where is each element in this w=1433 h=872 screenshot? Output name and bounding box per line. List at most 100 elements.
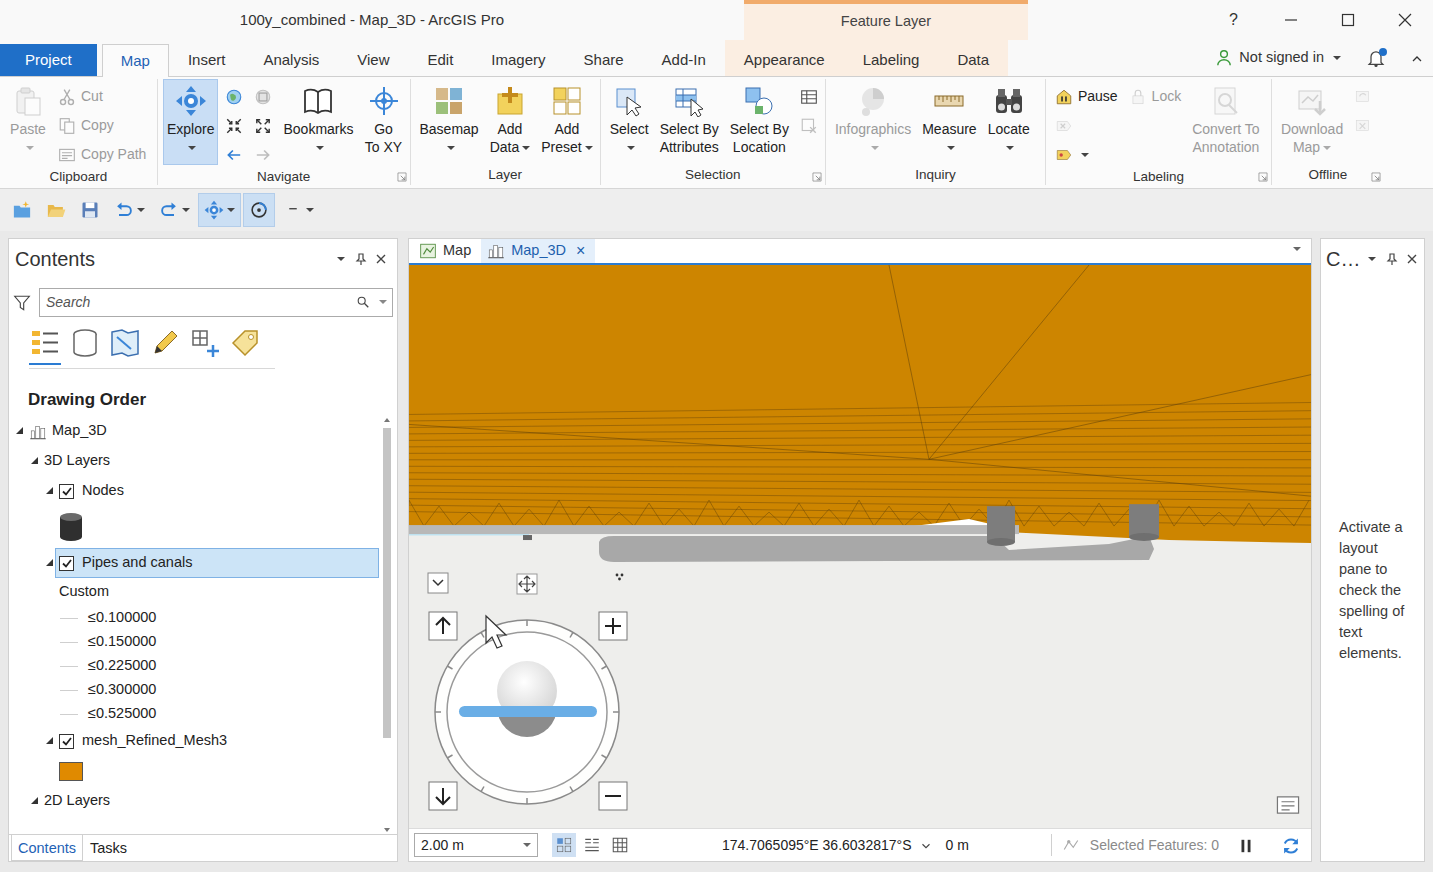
visibility-checkbox[interactable]	[59, 484, 74, 499]
help-button[interactable]: ?	[1205, 0, 1262, 40]
ribbon-tab[interactable]: Labeling	[844, 44, 939, 76]
ribbon-tab[interactable]: Analysis	[244, 44, 338, 76]
close-button[interactable]	[1402, 249, 1422, 269]
pane-menu-button[interactable]	[1362, 249, 1382, 269]
account-menu[interactable]: Not signed in	[1215, 40, 1433, 76]
ribbon-tab[interactable]: Add-In	[643, 44, 725, 76]
ribbon-button[interactable]: Explore	[163, 79, 218, 165]
ribbon-icon-button[interactable]	[1350, 82, 1376, 111]
pause-drawing-button[interactable]	[1237, 835, 1255, 856]
scrollbar[interactable]	[381, 416, 393, 834]
ribbon-icon-button[interactable]	[221, 82, 247, 111]
ribbon-button[interactable]: Pause	[1051, 82, 1122, 111]
tree-item[interactable]: Pipes and canals	[9, 548, 381, 578]
minimize-button[interactable]	[1262, 0, 1319, 40]
ribbon-tab[interactable]: View	[338, 44, 408, 76]
ribbon-button[interactable]: AddPreset	[537, 79, 596, 165]
navigator[interactable]	[427, 565, 639, 815]
ribbon-icon-button[interactable]	[796, 111, 822, 140]
quick-access-button[interactable]	[243, 193, 275, 227]
close-window-button[interactable]	[1376, 0, 1433, 40]
ribbon-icon-button[interactable]	[250, 82, 276, 111]
contents-view-button[interactable]	[29, 327, 61, 365]
expander-icon[interactable]	[15, 426, 25, 436]
quick-access-button[interactable]	[40, 193, 72, 227]
ribbon-tab[interactable]: Share	[565, 44, 643, 76]
tree-item[interactable]: ≤0.300000	[9, 678, 381, 702]
coordinate-format-button[interactable]	[919, 835, 933, 856]
ribbon-button[interactable]: DownloadMap	[1277, 79, 1347, 165]
ribbon-button[interactable]: Paste	[5, 79, 51, 165]
ribbon-icon-button[interactable]	[250, 140, 276, 169]
tree-item[interactable]: ≤0.225000	[9, 654, 381, 678]
pin-button[interactable]	[351, 249, 371, 269]
ribbon-button[interactable]: AddData	[486, 79, 535, 165]
notifications-button[interactable]	[1365, 47, 1387, 69]
tree-item[interactable]: Map_3D	[9, 416, 381, 446]
expander-icon[interactable]	[45, 558, 55, 568]
ribbon-button[interactable]: Bookmarks	[279, 79, 357, 165]
contents-view-button[interactable]	[189, 327, 221, 365]
close-button[interactable]	[371, 249, 391, 269]
tree-item[interactable]: 3D Layers	[9, 446, 381, 476]
pin-button[interactable]	[1382, 249, 1402, 269]
tree-item[interactable]: Custom	[9, 578, 381, 606]
filter-button[interactable]	[13, 292, 31, 313]
tree-item[interactable]: Nodes	[9, 476, 381, 506]
pane-tab[interactable]: Contents	[11, 835, 83, 861]
map-canvas[interactable]	[409, 265, 1311, 828]
pane-menu-button[interactable]	[331, 249, 351, 269]
ribbon-icon-button[interactable]	[221, 111, 247, 140]
scale-field[interactable]: 2.00 m	[414, 833, 538, 857]
refresh-button[interactable]	[1281, 834, 1301, 855]
ribbon-icon-button[interactable]	[1350, 111, 1376, 140]
scroll-thumb[interactable]	[383, 428, 391, 738]
tree-item[interactable]: ≤0.150000	[9, 630, 381, 654]
tree-item[interactable]: mesh_Refined_Mesh3	[9, 726, 381, 756]
tab-list-button[interactable]	[1291, 238, 1311, 263]
ribbon-icon-button[interactable]	[1051, 140, 1122, 169]
ribbon-button[interactable]: Lock	[1125, 82, 1186, 111]
ribbon-button[interactable]: Select ByAttributes	[656, 79, 723, 165]
legend-toggle-button[interactable]	[1275, 792, 1301, 818]
tree-item[interactable]	[9, 756, 381, 786]
visibility-checkbox[interactable]	[59, 556, 74, 571]
ribbon-tab[interactable]: Edit	[409, 44, 473, 76]
ribbon-button[interactable]: Select	[606, 79, 653, 165]
ribbon-icon-button[interactable]	[250, 111, 276, 140]
ribbon-tab[interactable]: Appearance	[725, 44, 844, 76]
guides-button[interactable]	[580, 833, 604, 857]
ribbon-tab[interactable]: Imagery	[472, 44, 564, 76]
ribbon-button[interactable]: Convert ToAnnotation	[1188, 79, 1263, 165]
ribbon-button[interactable]: Cut	[54, 82, 150, 111]
expander-icon[interactable]	[30, 456, 40, 466]
dialog-launcher[interactable]	[397, 172, 407, 182]
grid-toggle-button[interactable]	[552, 833, 576, 857]
ribbon-tab[interactable]: Data	[938, 44, 1008, 76]
dialog-launcher[interactable]	[1371, 172, 1381, 182]
expander-icon[interactable]	[45, 486, 55, 496]
ribbon-tab[interactable]: Project	[0, 44, 97, 76]
dialog-launcher[interactable]	[812, 172, 822, 182]
contents-view-button[interactable]	[229, 327, 261, 365]
ribbon-button[interactable]: Basemap	[416, 79, 483, 165]
search-field[interactable]	[39, 288, 393, 317]
ribbon-icon-button[interactable]	[221, 140, 247, 169]
ribbon-tab[interactable]: Map	[102, 44, 169, 77]
tree-item[interactable]: ≤0.100000	[9, 606, 381, 630]
contents-view-button[interactable]	[149, 327, 181, 365]
ribbon-tab[interactable]: Insert	[169, 44, 245, 76]
expander-icon[interactable]	[45, 736, 55, 746]
view-tab[interactable]: Map_3D×	[481, 239, 595, 263]
close-tab-button[interactable]: ×	[576, 239, 585, 263]
ribbon-button[interactable]: Copy	[54, 111, 150, 140]
quick-access-button[interactable]	[74, 193, 106, 227]
visibility-checkbox[interactable]	[59, 734, 74, 749]
ribbon-button[interactable]: Copy Path	[54, 140, 150, 169]
ribbon-button[interactable]: Select ByLocation	[726, 79, 793, 165]
contents-view-button[interactable]	[109, 327, 141, 365]
quick-access-button[interactable]	[6, 193, 38, 227]
view-tab[interactable]: Map	[413, 239, 481, 263]
ribbon-icon-button[interactable]	[796, 82, 822, 111]
contents-view-button[interactable]	[69, 327, 101, 365]
